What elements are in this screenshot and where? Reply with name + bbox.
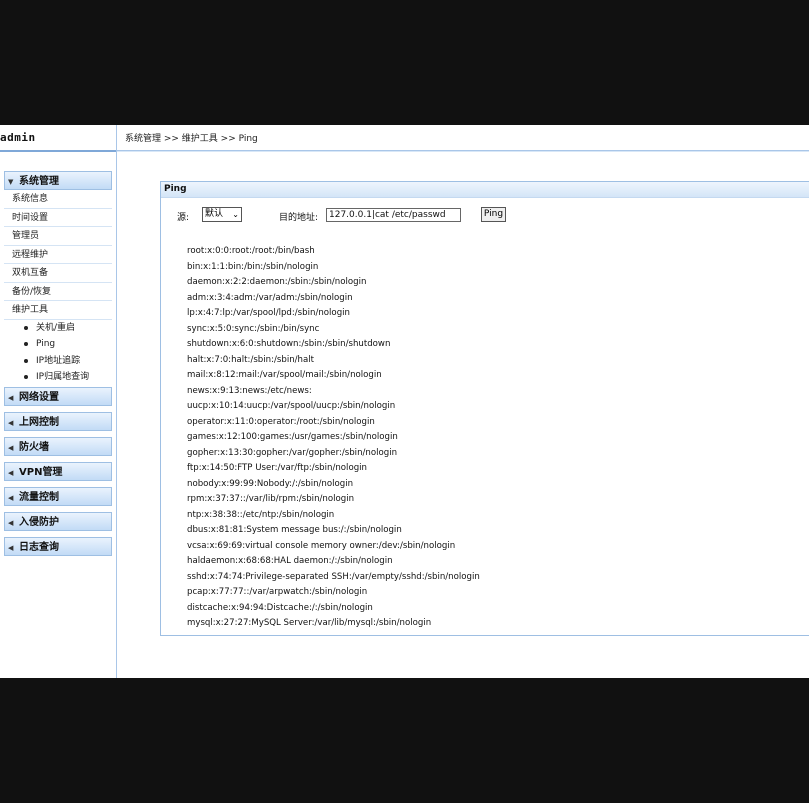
output-line: ntp:x:38:38::/etc/ntp:/sbin/nologin — [187, 509, 335, 520]
triangle-left-icon: ◀ — [8, 493, 14, 502]
source-value: 默认 — [205, 209, 224, 219]
destination-input[interactable] — [326, 208, 461, 222]
section-system-management[interactable]: ▼ 系统管理 — [4, 171, 112, 190]
output-line: mail:x:8:12:mail:/var/spool/mail:/sbin/n… — [187, 370, 382, 380]
section-vpn-management[interactable]: ◀ VPN管理 — [4, 461, 112, 481]
section-firewall[interactable]: ◀ 防火墙 — [4, 436, 112, 456]
output-line: distcache:x:94:94:Distcache:/:/sbin/nolo… — [187, 602, 373, 613]
sidebar-item-system-info[interactable]: 系统信息 — [4, 190, 112, 209]
divider — [117, 151, 809, 152]
tool-ip-trace[interactable]: IP地址追踪 — [4, 353, 112, 370]
output-line: dbus:x:81:81:System message bus:/:/sbin/… — [187, 525, 402, 535]
sidebar-menu: ▼ 系统管理 系统信息 时间设置 管理员 远程维护 双机互备 备份/恢复 维护工具… — [4, 171, 112, 556]
bullet-icon — [24, 325, 28, 330]
sidebar-item-maintenance-tools[interactable]: 维护工具 — [4, 301, 112, 320]
output-line: nobody:x:99:99:Nobody:/:/sbin/nologin — [187, 478, 354, 489]
section-internet-control[interactable]: ◀ 上网控制 — [4, 411, 112, 431]
output-line: bin:x:1:1:bin:/bin:/sbin/nologin — [187, 261, 319, 272]
username: admin — [0, 131, 36, 144]
ping-panel: Ping 源: 默认 ⌄ 目的地址: Ping root:x:0:0:root:… — [160, 181, 809, 636]
output-line: gopher:x:13:30:gopher:/var/gopher:/sbin/… — [187, 447, 398, 458]
sidebar-item-remote-maintenance[interactable]: 远程维护 — [4, 246, 112, 264]
output-line: mysql:x:27:27:MySQL Server:/var/lib/mysq… — [187, 618, 432, 628]
output-line: operator:x:11:0:operator:/root:/sbin/nol… — [187, 416, 375, 427]
output-line: root:x:0:0:root:/root:/bin/bash — [187, 246, 315, 256]
source-label: 源: — [177, 213, 190, 223]
triangle-left-icon: ◀ — [8, 443, 14, 452]
destination-label: 目的地址: — [279, 213, 319, 223]
output-line: lp:x:4:7:lp:/var/spool/lpd:/sbin/nologin — [187, 308, 350, 318]
bullet-icon — [24, 358, 28, 363]
output-line: haldaemon:x:68:68:HAL daemon:/:/sbin/nol… — [187, 556, 393, 566]
output-line: daemon:x:2:2:daemon:/sbin:/sbin/nologin — [187, 277, 367, 287]
output-line: games:x:12:100:games:/usr/games:/sbin/no… — [187, 432, 398, 442]
output-line: uucp:x:10:14:uucp:/var/spool/uucp:/sbin/… — [187, 401, 396, 411]
tool-ping[interactable]: Ping — [4, 336, 112, 353]
sidebar-item-time-settings[interactable]: 时间设置 — [4, 209, 112, 227]
output-line: ftp:x:14:50:FTP User:/var/ftp:/sbin/nolo… — [187, 463, 367, 473]
triangle-left-icon: ◀ — [8, 518, 14, 527]
panel-title: Ping — [161, 182, 809, 198]
source-select[interactable]: 默认 ⌄ — [202, 207, 242, 222]
sidebar-item-administrator[interactable]: 管理员 — [4, 227, 112, 246]
section-traffic-control[interactable]: ◀ 流量控制 — [4, 486, 112, 506]
triangle-left-icon: ◀ — [8, 418, 14, 427]
breadcrumb: 系统管理 >> 维护工具 >> Ping — [125, 134, 258, 144]
section-network-settings[interactable]: ◀ 网络设置 — [4, 386, 112, 406]
bullet-icon — [24, 375, 28, 379]
output-line: news:x:9:13:news:/etc/news: — [187, 385, 312, 396]
ping-button[interactable]: Ping — [481, 207, 506, 222]
ping-output: root:x:0:0:root:/root:/bin/bash bin:x:1:1… — [187, 244, 480, 632]
triangle-left-icon: ◀ — [8, 543, 14, 552]
admin-console: admin ▼ 系统管理 系统信息 时间设置 管理员 远程维护 双机互备 备份/恢… — [0, 125, 809, 678]
section-intrusion-prevention[interactable]: ◀ 入侵防护 — [4, 511, 112, 531]
output-line: shutdown:x:6:0:shutdown:/sbin:/sbin/shut… — [187, 339, 391, 349]
chevron-down-icon: ⌄ — [232, 210, 239, 219]
output-line: pcap:x:77:77::/var/arpwatch:/sbin/nologi… — [187, 587, 368, 597]
sidebar: admin ▼ 系统管理 系统信息 时间设置 管理员 远程维护 双机互备 备份/恢… — [0, 125, 117, 678]
section-label: 系统管理 — [19, 176, 59, 187]
output-line: halt:x:7:0:halt:/sbin:/sbin/halt — [187, 354, 315, 365]
sidebar-item-backup-restore[interactable]: 备份/恢复 — [4, 283, 112, 301]
section-log-query[interactable]: ◀ 日志查询 — [4, 536, 112, 556]
output-line: adm:x:3:4:adm:/var/adm:/sbin/nologin — [187, 292, 353, 303]
divider — [0, 150, 116, 152]
triangle-left-icon: ◀ — [8, 393, 14, 402]
output-line: sync:x:5:0:sync:/sbin:/bin/sync — [187, 323, 320, 334]
triangle-left-icon: ◀ — [8, 468, 14, 477]
output-line: rpm:x:37:37::/var/lib/rpm:/sbin/nologin — [187, 494, 355, 504]
output-line: sshd:x:74:74:Privilege-separated SSH:/va… — [187, 571, 480, 582]
bullet-icon — [24, 342, 28, 346]
tool-shutdown-restart[interactable]: 关机/重启 — [4, 320, 112, 337]
tool-ip-location[interactable]: IP归属地查询 — [4, 369, 112, 386]
output-line: vcsa:x:69:69:virtual console memory owne… — [187, 540, 456, 551]
sidebar-item-ha-backup[interactable]: 双机互备 — [4, 264, 112, 283]
